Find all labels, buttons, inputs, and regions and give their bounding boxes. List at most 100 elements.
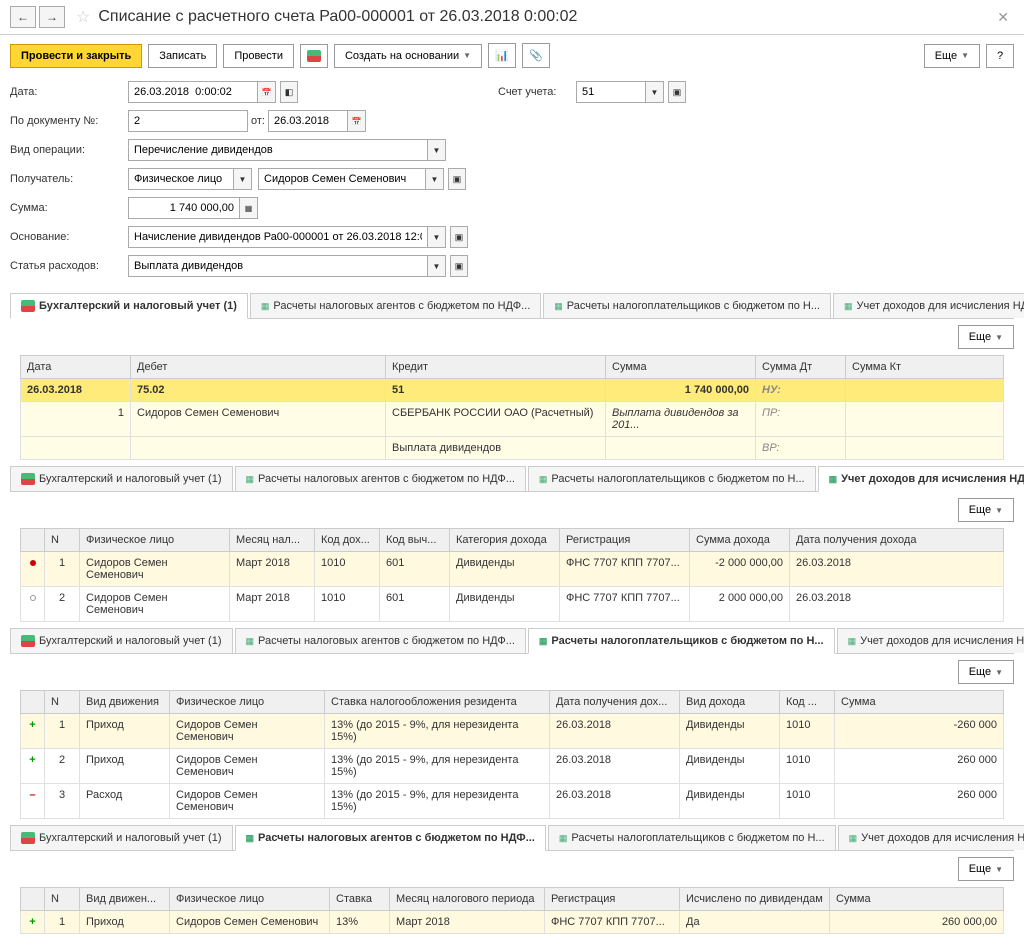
basis-dd[interactable]: ▼ xyxy=(428,226,446,248)
tab-ndfl[interactable]: ▦Учет доходов для исчисления НДФЛ (2) xyxy=(838,825,1024,850)
from-date-input[interactable] xyxy=(268,110,348,132)
payers-table: N Вид движения Физическое лицо Ставка на… xyxy=(20,690,1004,819)
grid-icon: ▦ xyxy=(246,636,255,647)
favorite-icon[interactable]: ☆ xyxy=(76,7,90,27)
help-button[interactable]: ? xyxy=(986,44,1014,68)
from-label: от: xyxy=(248,115,268,127)
grid-icon: ▦ xyxy=(844,301,853,312)
recipient-kind-dd[interactable]: ▼ xyxy=(234,168,252,190)
close-icon[interactable]: ✕ xyxy=(992,9,1014,26)
forward-button[interactable]: → xyxy=(39,6,65,28)
tab-payers[interactable]: ▦Расчеты налогоплательщиков с бюджетом п… xyxy=(548,825,836,850)
docnum-input[interactable] xyxy=(128,110,248,132)
tab-ndfl[interactable]: ▦Учет доходов для исчисления НДФЛ (2) xyxy=(818,466,1024,492)
tab-payers[interactable]: ▦Расчеты налогоплательщиков с бюджетом п… xyxy=(528,628,835,654)
account-input[interactable] xyxy=(576,81,646,103)
calendar-icon[interactable]: 📅 xyxy=(258,81,276,103)
post-button[interactable]: Провести xyxy=(223,44,294,68)
optype-input[interactable] xyxy=(128,139,428,161)
dot-white-icon xyxy=(30,595,36,601)
grid-icon: ▦ xyxy=(539,474,548,485)
tab-accounting[interactable]: Бухгалтерский и налоговый учет (1) xyxy=(10,825,233,850)
recipient-label: Получатель: xyxy=(10,173,128,185)
section-more-button[interactable]: Еще▼ xyxy=(958,498,1014,522)
agents-table: N Вид движен... Физическое лицо Ставка М… xyxy=(20,887,1004,934)
table-row[interactable]: – 3 Расход Сидоров Семен Семенович 13% (… xyxy=(21,784,1004,819)
tab-accounting[interactable]: Бухгалтерский и налоговый учет (1) xyxy=(10,466,233,491)
grid-icon: ▦ xyxy=(829,474,838,485)
create-based-button[interactable]: Создать на основании▼ xyxy=(334,44,482,68)
dk-icon xyxy=(21,832,35,844)
optype-label: Вид операции: xyxy=(10,144,128,156)
table-row[interactable]: 2 Сидоров Семен Семенович Март 2018 1010… xyxy=(21,587,1004,622)
ndfl-income-table: N Физическое лицо Месяц нал... Код дох..… xyxy=(20,528,1004,622)
sum-input[interactable] xyxy=(128,197,240,219)
section-more-button[interactable]: Еще▼ xyxy=(958,660,1014,684)
accounting-table: Дата Дебет Кредит Сумма Сумма Дт Сумма К… xyxy=(20,355,1004,460)
dk-icon xyxy=(21,635,35,647)
tab-agents[interactable]: ▦Расчеты налоговых агентов с бюджетом по… xyxy=(235,628,526,653)
recipient-ext-icon[interactable]: ▣ xyxy=(448,168,466,190)
expense-dd[interactable]: ▼ xyxy=(428,255,446,277)
grid-icon: ▦ xyxy=(539,636,548,647)
back-button[interactable]: ← xyxy=(10,6,36,28)
date-input[interactable] xyxy=(128,81,258,103)
from-calendar-icon[interactable]: 📅 xyxy=(348,110,366,132)
docnum-label: По документу №: xyxy=(10,115,128,127)
table-row[interactable]: Выплата дивидендов ВР: xyxy=(21,437,1004,460)
expense-input[interactable] xyxy=(128,255,428,277)
save-button[interactable]: Записать xyxy=(148,44,217,68)
plus-icon: + xyxy=(29,916,35,928)
table-row[interactable]: + 2 Приход Сидоров Семен Семенович 13% (… xyxy=(21,749,1004,784)
tab-accounting[interactable]: Бухгалтерский и налоговый учет (1) xyxy=(10,628,233,653)
section-more-button[interactable]: Еще▼ xyxy=(958,857,1014,881)
tab-ndfl[interactable]: ▦Учет доходов для исчисления НДФЛ (2) xyxy=(837,628,1024,653)
grid-icon: ▦ xyxy=(554,301,563,312)
report-icon-button[interactable]: 📊 xyxy=(488,43,516,68)
tab-agents[interactable]: ▦Расчеты налоговых агентов с бюджетом по… xyxy=(250,293,541,318)
tab-payers[interactable]: ▦Расчеты налогоплательщиков с бюджетом п… xyxy=(543,293,831,318)
table-row[interactable]: 1 Сидоров Семен Семенович Март 2018 1010… xyxy=(21,552,1004,587)
more-button[interactable]: Еще▼ xyxy=(924,44,980,68)
recipient-name-dd[interactable]: ▼ xyxy=(426,168,444,190)
section-more-button[interactable]: Еще▼ xyxy=(958,325,1014,349)
sum-label: Сумма: xyxy=(10,202,128,214)
tab-ndfl[interactable]: ▦Учет доходов для исчисления НДФЛ (2) xyxy=(833,293,1024,318)
grid-icon: ▦ xyxy=(246,474,255,485)
grid-icon: ▦ xyxy=(849,833,858,844)
grid-icon: ▦ xyxy=(559,833,568,844)
account-ext-icon[interactable]: ▣ xyxy=(668,81,686,103)
recipient-kind-input[interactable] xyxy=(128,168,234,190)
tab-payers[interactable]: ▦Расчеты налогоплательщиков с бюджетом п… xyxy=(528,466,816,491)
tab-agents[interactable]: ▦Расчеты налоговых агентов с бюджетом по… xyxy=(235,825,546,851)
date-ext-icon[interactable]: ◧ xyxy=(280,81,298,103)
grid-icon: ▦ xyxy=(246,833,255,844)
grid-icon: ▦ xyxy=(261,301,270,312)
expense-label: Статья расходов: xyxy=(10,260,128,272)
dk-icon xyxy=(21,300,35,312)
table-row[interactable]: + 1 Приход Сидоров Семен Семенович 13% М… xyxy=(21,911,1004,934)
basis-input[interactable] xyxy=(128,226,428,248)
table-row[interactable]: + 1 Приход Сидоров Семен Семенович 13% (… xyxy=(21,714,1004,749)
post-close-button[interactable]: Провести и закрыть xyxy=(10,44,142,68)
recipient-name-input[interactable] xyxy=(258,168,426,190)
dk-icon xyxy=(21,473,35,485)
account-dd[interactable]: ▼ xyxy=(646,81,664,103)
expense-ext-icon[interactable]: ▣ xyxy=(450,255,468,277)
dk-icon-button[interactable] xyxy=(300,44,328,68)
tab-agents[interactable]: ▦Расчеты налоговых агентов с бюджетом по… xyxy=(235,466,526,491)
plus-icon: + xyxy=(29,754,35,766)
table-row[interactable]: 26.03.2018 75.02 51 1 740 000,00 НУ: xyxy=(21,379,1004,402)
calc-icon[interactable]: ▦ xyxy=(240,197,258,219)
basis-label: Основание: xyxy=(10,231,128,243)
attach-icon-button[interactable]: 📎 xyxy=(522,43,550,68)
date-label: Дата: xyxy=(10,86,128,98)
table-row[interactable]: 1 Сидоров Семен Семенович СБЕРБАНК РОССИ… xyxy=(21,402,1004,437)
dot-red-icon xyxy=(30,560,36,566)
window-title: Списание с расчетного счета Ра00-000001 … xyxy=(98,8,992,26)
tab-accounting[interactable]: Бухгалтерский и налоговый учет (1) xyxy=(10,293,248,319)
basis-ext-icon[interactable]: ▣ xyxy=(450,226,468,248)
plus-icon: + xyxy=(29,719,35,731)
account-label: Счет учета: xyxy=(498,86,576,98)
optype-dd[interactable]: ▼ xyxy=(428,139,446,161)
